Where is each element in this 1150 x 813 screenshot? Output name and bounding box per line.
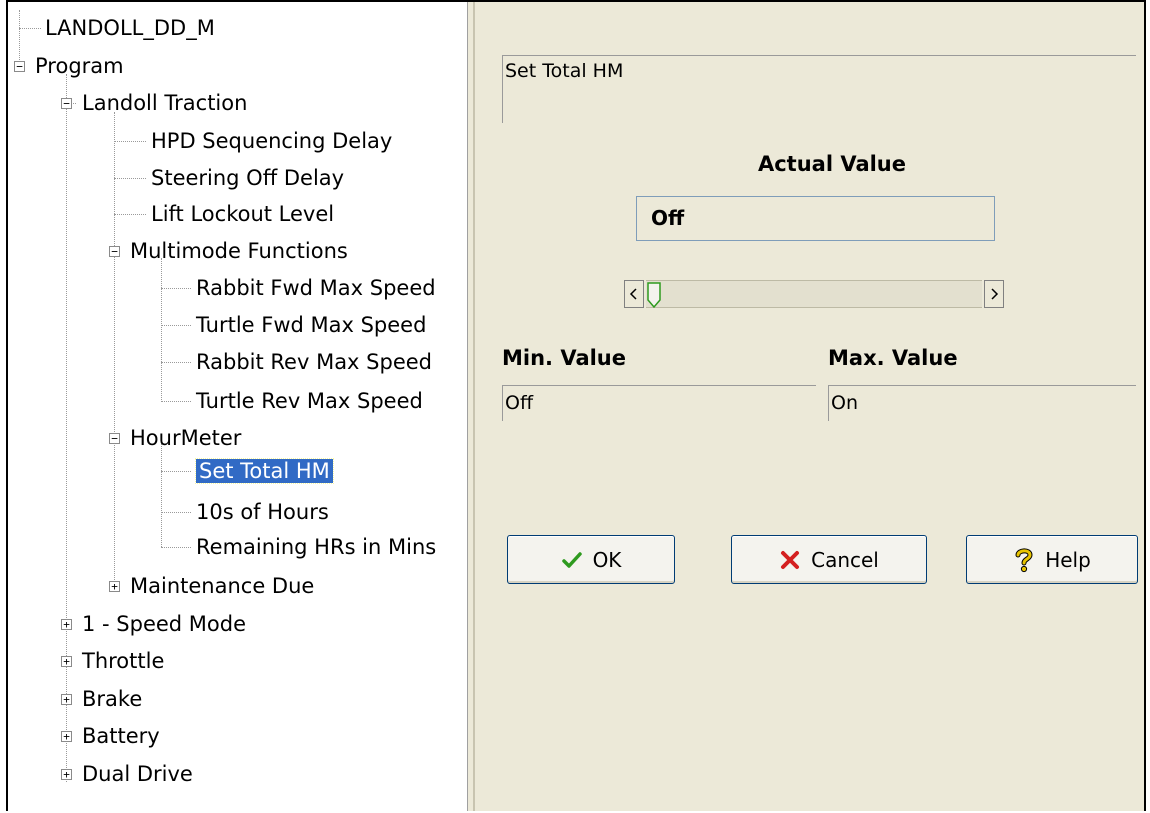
ok-button[interactable]: OK <box>507 535 675 584</box>
tree-item-hourmeter[interactable]: HourMeter <box>127 420 244 456</box>
help-button[interactable]: Help <box>966 535 1138 584</box>
tree-line <box>19 28 41 29</box>
tree-line <box>161 288 191 289</box>
tree-item-hpd-sequencing-delay[interactable]: HPD Sequencing Delay <box>148 123 395 159</box>
slider-track[interactable] <box>646 280 982 308</box>
tree-item-turtle-rev-max-speed[interactable]: Turtle Rev Max Speed <box>193 383 426 419</box>
tree-item-label[interactable]: Rabbit Fwd Max Speed <box>193 276 439 300</box>
tree-item-rabbit-rev-max-speed[interactable]: Rabbit Rev Max Speed <box>193 344 435 380</box>
parameter-panel: Set Total HM Actual Value Off Min. Value… <box>482 2 1144 811</box>
scroll-right-arrow[interactable] <box>984 280 1004 308</box>
tree-line <box>161 512 191 513</box>
arrow-left-icon <box>629 288 637 300</box>
tree-line <box>114 141 146 142</box>
max-value-field: On <box>828 385 1136 421</box>
tree-line <box>114 214 146 215</box>
tree-line <box>161 471 191 472</box>
tree-item-multimode-functions[interactable]: Multimode Functions <box>127 233 351 269</box>
ok-button-label: OK <box>592 547 622 572</box>
tree-item-label[interactable]: Turtle Fwd Max Speed <box>193 313 429 337</box>
tree-item-label[interactable]: Maintenance Due <box>127 574 317 598</box>
expand-icon[interactable]: + <box>109 581 120 592</box>
slider-thumb[interactable] <box>647 282 661 308</box>
tree-item-label-selected[interactable]: Set Total HM <box>195 458 334 484</box>
tree-line <box>161 401 191 402</box>
cancel-button-label: Cancel <box>811 547 879 572</box>
collapse-icon[interactable]: − <box>109 433 120 444</box>
tree-item-label[interactable]: HPD Sequencing Delay <box>148 129 395 153</box>
tree-item-label[interactable]: Dual Drive <box>79 762 196 786</box>
tree-item-label[interactable]: Brake <box>79 687 145 711</box>
tree-item-maintenance-due[interactable]: Maintenance Due <box>127 568 317 604</box>
tree-item-label[interactable]: 10s of Hours <box>193 500 332 524</box>
collapse-icon[interactable]: − <box>109 246 120 257</box>
actual-value-heading: Actual Value <box>757 152 907 176</box>
tree-item-label[interactable]: 1 - Speed Mode <box>79 612 249 636</box>
tree-item-label[interactable]: Throttle <box>79 649 167 673</box>
question-mark-icon <box>1015 547 1033 572</box>
tree-item-rabbit-fwd-max-speed[interactable]: Rabbit Fwd Max Speed <box>193 270 439 306</box>
expand-icon[interactable]: + <box>61 731 72 742</box>
value-slider[interactable] <box>624 280 1004 311</box>
tree-item-1-speed-mode[interactable]: 1 - Speed Mode <box>79 606 249 642</box>
max-value-label: Max. Value <box>828 346 958 370</box>
tree-item-label[interactable]: Steering Off Delay <box>148 166 347 190</box>
tree-item-label[interactable]: HourMeter <box>127 426 244 450</box>
tree-item-label[interactable]: Remaining HRs in Mins <box>193 535 439 559</box>
tree-item-steering-off-delay[interactable]: Steering Off Delay <box>148 160 347 196</box>
tree-item-label[interactable]: LANDOLL_DD_M <box>42 16 218 40</box>
tree-item-dual-drive[interactable]: Dual Drive <box>79 756 196 792</box>
tree-item-label[interactable]: Multimode Functions <box>127 239 351 263</box>
tree-line <box>161 547 191 548</box>
tree-line <box>114 178 146 179</box>
tree-line <box>161 325 191 326</box>
tree-line <box>66 74 67 782</box>
arrow-right-icon <box>991 288 999 300</box>
tree-line <box>114 112 115 586</box>
cancel-button[interactable]: Cancel <box>731 535 927 584</box>
tree-item-label[interactable]: Turtle Rev Max Speed <box>193 389 426 413</box>
tree-line <box>161 258 162 402</box>
tree-item-label[interactable]: Landoll Traction <box>79 91 250 115</box>
tree-item-turtle-fwd-max-speed[interactable]: Turtle Fwd Max Speed <box>193 307 429 343</box>
help-button-label: Help <box>1045 547 1091 572</box>
tree-item-program[interactable]: Program <box>32 48 127 84</box>
tree-line <box>161 362 191 363</box>
checkmark-icon <box>561 551 582 568</box>
tree-line <box>19 10 20 60</box>
parameter-description: Set Total HM <box>502 55 1136 123</box>
pane-splitter[interactable] <box>467 2 482 811</box>
program-tree[interactable]: LANDOLL_DD_M − Program − Landoll Tractio… <box>8 2 467 811</box>
tree-item-root[interactable]: LANDOLL_DD_M <box>42 10 218 46</box>
min-value-label: Min. Value <box>502 346 627 370</box>
collapse-icon[interactable]: − <box>14 61 25 72</box>
tree-item-set-total-hm[interactable]: Set Total HM <box>195 453 334 489</box>
tree-item-brake[interactable]: Brake <box>79 681 145 717</box>
tree-item-lift-lockout-level[interactable]: Lift Lockout Level <box>148 196 337 232</box>
min-value-field: Off <box>502 385 816 421</box>
collapse-icon[interactable]: − <box>61 98 72 109</box>
expand-icon[interactable]: + <box>61 694 72 705</box>
tree-item-landoll-traction[interactable]: Landoll Traction <box>79 85 250 121</box>
tree-item-label[interactable]: Program <box>32 54 127 78</box>
expand-icon[interactable]: + <box>61 769 72 780</box>
expand-icon[interactable]: + <box>61 619 72 630</box>
tree-item-battery[interactable]: Battery <box>79 718 163 754</box>
tree-item-label[interactable]: Battery <box>79 724 163 748</box>
tree-item-10s-of-hours[interactable]: 10s of Hours <box>193 494 332 530</box>
tree-item-remaining-hrs-in-mins[interactable]: Remaining HRs in Mins <box>193 529 439 565</box>
expand-icon[interactable]: + <box>61 656 72 667</box>
tree-item-label[interactable]: Rabbit Rev Max Speed <box>193 350 435 374</box>
red-x-icon <box>781 550 800 569</box>
scroll-left-arrow[interactable] <box>624 280 644 308</box>
tree-item-throttle[interactable]: Throttle <box>79 643 167 679</box>
actual-value-display: Off <box>636 196 995 241</box>
tree-item-label[interactable]: Lift Lockout Level <box>148 202 337 226</box>
